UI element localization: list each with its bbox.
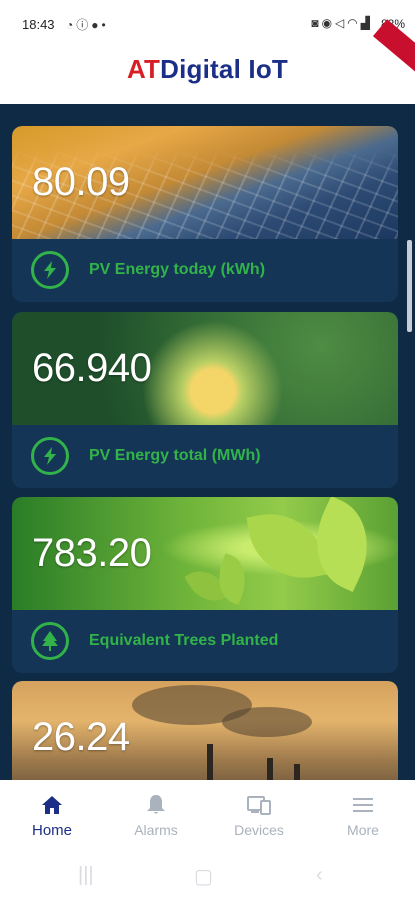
nav-label: Home: [31, 822, 72, 839]
alarm-icon: ◉: [321, 16, 336, 30]
bolt-icon: [31, 437, 69, 475]
lightbulb-plant-image: 66.940: [12, 312, 398, 425]
menu-icon: [353, 798, 373, 812]
status-time: 18:43: [22, 17, 55, 32]
smokestacks-image: 26.24: [12, 681, 398, 780]
notification-icons: ◔ⓘ●•: [66, 16, 109, 33]
back-icon[interactable]: ‹: [316, 864, 323, 887]
whatsapp-icon: ◔: [66, 18, 77, 32]
kpi-footer: PV Energy today (kWh): [12, 239, 398, 302]
kpi-footer: Equivalent Trees Planted: [12, 610, 398, 673]
kpi-value: 26.24: [32, 715, 130, 759]
logo-prefix: AT: [127, 54, 161, 84]
kpi-label: PV Energy today (kWh): [89, 261, 266, 278]
info-icon: ⓘ: [76, 18, 92, 32]
solar-panels-image: 80.09: [12, 126, 398, 239]
kpi-label: PV Energy total (MWh): [89, 447, 261, 464]
camera-icon: ◙: [311, 16, 322, 30]
nav-label: More: [347, 822, 379, 838]
devices-icon: [247, 796, 271, 815]
kpi-footer: PV Energy total (MWh): [12, 425, 398, 488]
nav-home[interactable]: Home: [12, 780, 92, 850]
nav-devices[interactable]: Devices: [219, 780, 299, 850]
bell-icon: [147, 795, 165, 814]
status-bar: 18:43 ◔ⓘ●• ◙◉◁◠▟ 88%: [0, 0, 415, 46]
wifi-icon: ◠: [347, 16, 361, 30]
scrollbar[interactable]: [407, 240, 412, 332]
mute-icon: ◁: [335, 16, 348, 30]
bolt-icon: [31, 251, 69, 289]
kpi-label: Equivalent Trees Planted: [89, 632, 279, 649]
leaf-shape: [246, 505, 328, 587]
smoke-plume: [222, 707, 312, 737]
kpi-card-trees-planted[interactable]: 783.20 Equivalent Trees Planted: [12, 497, 398, 673]
recents-icon[interactable]: |||: [78, 864, 94, 887]
kpi-value: 66.940: [32, 346, 152, 390]
app-logo: ATDigital IoT: [0, 54, 415, 85]
nav-more[interactable]: More: [323, 780, 403, 850]
system-icons: ◙◉◁◠▟: [311, 16, 373, 30]
nav-label: Devices: [234, 822, 284, 838]
message-icon: ●: [91, 18, 102, 32]
sprout-leaves-image: 783.20: [12, 497, 398, 610]
kpi-value: 783.20: [32, 531, 152, 575]
logo-suffix: Digital IoT: [160, 54, 288, 84]
nav-label: Alarms: [134, 822, 178, 838]
kpi-card-pv-energy-total[interactable]: 66.940 PV Energy total (MWh): [12, 312, 398, 488]
home-icon: [42, 796, 62, 814]
smokestack: [207, 744, 213, 780]
kpi-value: 80.09: [32, 160, 130, 204]
smokestack: [267, 758, 273, 780]
nav-alarms[interactable]: Alarms: [116, 780, 196, 850]
kpi-card-pv-energy-today[interactable]: 80.09 PV Energy today (kWh): [12, 126, 398, 302]
tree-icon: [31, 622, 69, 660]
home-system-icon[interactable]: ▢: [194, 864, 213, 889]
dashboard-content[interactable]: 80.09 PV Energy today (kWh) 66.940 PV En…: [0, 104, 415, 780]
signal-icon: ▟: [360, 16, 373, 30]
smokestack: [294, 764, 300, 780]
bottom-navigation: Home Alarms Devices More: [0, 780, 415, 850]
app-header: ATDigital IoT: [0, 19, 415, 104]
dot-icon: •: [101, 18, 109, 32]
system-navigation-bar: ||| ▢ ‹: [0, 850, 415, 900]
kpi-card-co2[interactable]: 26.24: [12, 681, 398, 780]
